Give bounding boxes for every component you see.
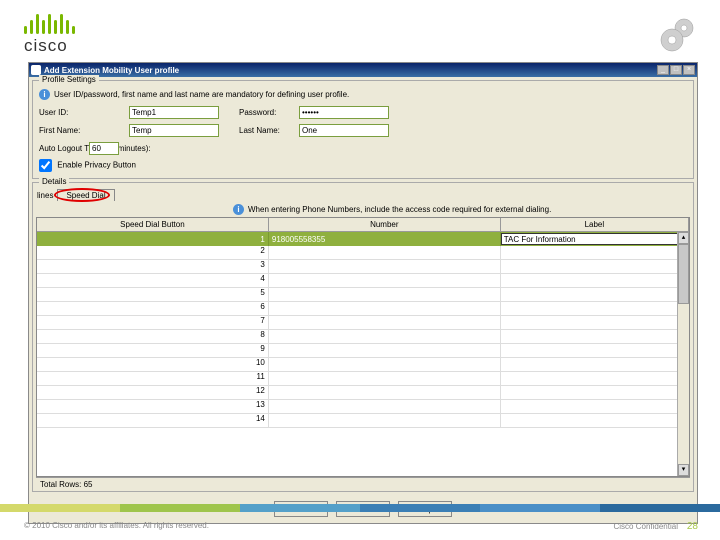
close-button[interactable]: ×	[683, 65, 695, 75]
table-row[interactable]: 13	[37, 400, 689, 414]
table-row[interactable]: 2	[37, 246, 689, 260]
table-row[interactable]: 8	[37, 330, 689, 344]
privacy-checkbox[interactable]	[39, 159, 52, 172]
col-label[interactable]: Label	[501, 218, 689, 231]
footer: © 2010 Cisco and/or its affiliates. All …	[24, 521, 698, 532]
gear-icon	[658, 14, 698, 54]
logo-bars	[24, 8, 75, 34]
table-scrollbar[interactable]: ▴ ▾	[677, 232, 689, 476]
user-id-input[interactable]	[129, 106, 219, 119]
table-row[interactable]: 6	[37, 302, 689, 316]
table-row[interactable]: 9	[37, 344, 689, 358]
table-row[interactable]: 12	[37, 386, 689, 400]
table-row[interactable]: 5	[37, 288, 689, 302]
col-speed-dial[interactable]: Speed Dial Button	[37, 218, 269, 231]
info-icon: i	[39, 89, 50, 100]
label-input[interactable]	[501, 233, 683, 245]
details-hint: i When entering Phone Numbers, include t…	[233, 204, 693, 215]
password-label: Password:	[239, 108, 299, 117]
profile-settings-section: Profile Settings i User ID/password, fir…	[32, 80, 694, 179]
autologout-label: Auto Logout Timeout (minutes):	[39, 144, 239, 153]
table-row-selected[interactable]: 1 918005558355	[37, 232, 689, 246]
minimize-button[interactable]: _	[657, 65, 669, 75]
scroll-down-button[interactable]: ▾	[678, 464, 689, 476]
col-number[interactable]: Number	[269, 218, 501, 231]
copyright-text: © 2010 Cisco and/or its affiliates. All …	[24, 521, 209, 532]
privacy-label: Enable Privacy Button	[57, 161, 136, 170]
total-rows: Total Rows: 65	[36, 477, 690, 491]
table-header: Speed Dial Button Number Label	[37, 218, 689, 232]
table-row[interactable]: 7	[37, 316, 689, 330]
section-title: Profile Settings	[39, 75, 99, 84]
cell-button: 1	[37, 232, 269, 246]
table-row[interactable]: 14	[37, 414, 689, 428]
privacy-checkbox-row: Enable Privacy Button	[39, 159, 687, 172]
tab-label-text: Speed Dial	[66, 191, 105, 200]
tabs: lines Speed Dial	[37, 189, 693, 201]
window-icon	[31, 65, 41, 75]
cell-number: 918005558355	[269, 232, 501, 246]
brand-stripe	[0, 504, 720, 512]
cisco-logo: cisco	[24, 8, 75, 56]
details-hint-text: When entering Phone Numbers, include the…	[248, 205, 551, 214]
first-name-input[interactable]	[129, 124, 219, 137]
user-id-label: User ID:	[39, 108, 129, 117]
titlebar: Add Extension Mobility User profile _ □ …	[29, 63, 697, 77]
details-title: Details	[39, 177, 69, 186]
confidential-text: Cisco Confidential	[614, 522, 678, 531]
last-name-label: Last Name:	[239, 126, 299, 135]
autologout-input[interactable]	[89, 142, 119, 155]
table-row[interactable]: 3	[37, 260, 689, 274]
last-name-input[interactable]	[299, 124, 389, 137]
hint-text: User ID/password, first name and last na…	[54, 90, 349, 99]
table-row[interactable]: 11	[37, 372, 689, 386]
maximize-button[interactable]: □	[670, 65, 682, 75]
window-title: Add Extension Mobility User profile	[44, 66, 657, 75]
table-row[interactable]: 10	[37, 358, 689, 372]
password-input[interactable]	[299, 106, 389, 119]
scroll-up-button[interactable]: ▴	[678, 232, 689, 244]
tab-speed-dial[interactable]: Speed Dial	[57, 189, 114, 201]
first-name-label: First Name:	[39, 126, 129, 135]
profile-hint: i User ID/password, first name and last …	[39, 89, 687, 100]
page-number: 28	[687, 521, 698, 532]
details-section: Details lines Speed Dial i When entering…	[32, 182, 694, 492]
tab-prefix: lines	[37, 191, 53, 200]
dialog-window: Add Extension Mobility User profile _ □ …	[28, 62, 698, 524]
info-icon: i	[233, 204, 244, 215]
logo-text: cisco	[24, 36, 75, 56]
speed-dial-table: Speed Dial Button Number Label 1 9180055…	[36, 217, 690, 477]
scroll-thumb[interactable]	[678, 244, 689, 304]
table-row[interactable]: 4	[37, 274, 689, 288]
